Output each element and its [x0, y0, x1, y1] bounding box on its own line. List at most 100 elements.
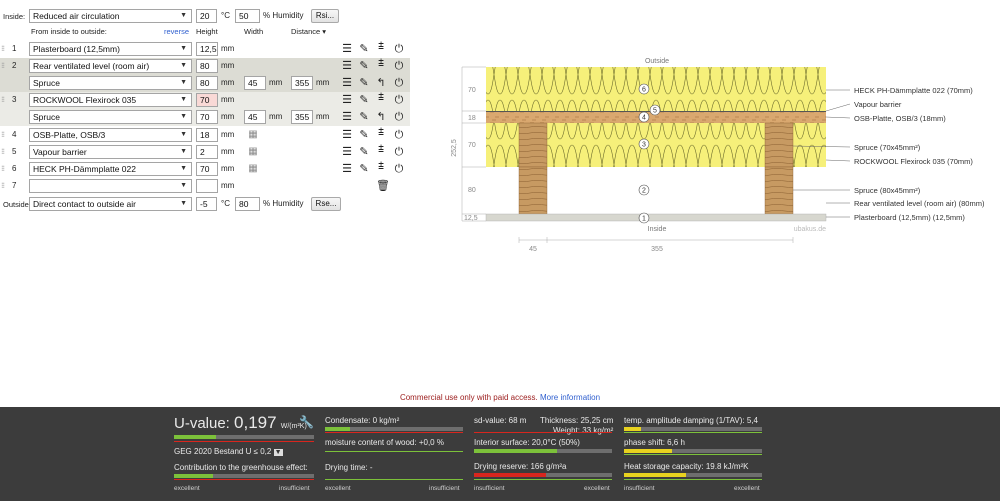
weight-label: Weight: 33 kg/m²	[553, 426, 614, 435]
layer-4-material-select[interactable]: OSB-Platte, OSB/3 ▼	[29, 128, 192, 142]
add-sublayer-icon[interactable]: ⩲	[375, 40, 387, 54]
power-icon[interactable]: ⏻	[393, 42, 405, 56]
layer-7-height-input[interactable]	[196, 179, 218, 193]
layer-5-material-select[interactable]: Vapour barrier ▼	[29, 145, 192, 159]
menu-icon[interactable]: ☰	[341, 162, 353, 176]
standard-label[interactable]: GEG 2020 Bestand U ≤ 0,2 ▼	[174, 447, 283, 458]
layer-6-material-select[interactable]: HECK PH-Dämmplatte 022 ▼	[29, 162, 192, 176]
pencil-icon[interactable]: ✎	[358, 76, 370, 90]
dim-label: 18	[468, 115, 476, 122]
trash-icon[interactable]: 🗑	[376, 179, 390, 193]
inside-temperature-input[interactable]: 20	[196, 9, 217, 23]
notice-text: Commercial use only with paid access.	[399, 393, 538, 402]
unit-label: mm	[269, 112, 283, 121]
temp-damping-bar	[624, 427, 762, 431]
greenhouse-bar-fill	[174, 474, 214, 478]
layer-2-height-input[interactable]: 80	[196, 59, 218, 73]
pencil-icon[interactable]: ✎	[358, 110, 370, 124]
layer-2-sub-width-input[interactable]: 45	[244, 76, 266, 90]
add-sublayer-icon[interactable]: ⩲	[375, 126, 387, 140]
unit-label: mm	[221, 61, 235, 70]
drag-handle-icon[interactable]: ⁝⁝	[1, 145, 5, 159]
add-sublayer-icon[interactable]: ⩲	[375, 143, 387, 157]
power-icon[interactable]: ⏻	[393, 162, 405, 176]
menu-icon[interactable]: ☰	[341, 145, 353, 159]
undo-arrow-icon[interactable]: ↰	[375, 110, 387, 124]
layer-1-height-input[interactable]: 12,5	[196, 42, 218, 56]
layer-3-sub-material-select[interactable]: Spruce ▼	[29, 110, 192, 124]
layer-3-material-select[interactable]: ROCKWOOL Flexirock 035 ▼	[29, 93, 192, 107]
power-icon[interactable]: ⏻	[393, 76, 405, 90]
menu-icon[interactable]: ☰	[341, 59, 353, 73]
hatch-pattern-icon[interactable]: ▦	[247, 145, 259, 159]
pencil-icon[interactable]: ✎	[358, 59, 370, 73]
layer-4-height-input[interactable]: 18	[196, 128, 218, 142]
layer-3-sub-distance-input[interactable]: 355	[291, 110, 313, 124]
layer-2-sub-height-input[interactable]: 80	[196, 76, 218, 90]
power-icon[interactable]: ⏻	[393, 128, 405, 142]
drag-handle-icon[interactable]: ⁝⁝	[1, 179, 5, 193]
layer-6-height-input[interactable]: 70	[196, 162, 218, 176]
outside-temperature-input[interactable]: -5	[196, 197, 217, 211]
layer-number: 2	[12, 61, 17, 70]
pencil-icon[interactable]: ✎	[358, 93, 370, 107]
inside-condition-select[interactable]: Reduced air circulation ▼	[29, 9, 192, 23]
rsi-button[interactable]: Rsi...	[311, 9, 339, 23]
wrench-icon[interactable]: 🔧	[299, 416, 314, 428]
layer-3-material-value: ROCKWOOL Flexirock 035	[33, 95, 137, 105]
inside-humidity-input[interactable]: 50	[235, 9, 260, 23]
drag-handle-icon[interactable]: ⁝⁝	[1, 93, 5, 107]
layer-2-sub-material-select[interactable]: Spruce ▼	[29, 76, 192, 90]
scale-excellent: excellent	[734, 485, 760, 492]
col-distance-header[interactable]: Distance ▾	[291, 27, 326, 37]
add-sublayer-icon[interactable]: ⩲	[375, 57, 387, 71]
unit-label: mm	[221, 181, 235, 190]
drag-handle-icon[interactable]: ⁝⁝	[1, 42, 5, 56]
rse-button[interactable]: Rse...	[311, 197, 341, 211]
layer-marker-1: 1	[638, 212, 650, 224]
drag-handle-icon[interactable]: ⁝⁝	[1, 162, 5, 176]
add-sublayer-icon[interactable]: ⩲	[375, 91, 387, 105]
reverse-link[interactable]: reverse	[164, 27, 189, 37]
dim-label: 80	[468, 187, 476, 194]
pencil-icon[interactable]: ✎	[358, 162, 370, 176]
pencil-icon[interactable]: ✎	[358, 128, 370, 142]
menu-icon[interactable]: ☰	[341, 76, 353, 90]
greenhouse-scale-line	[174, 479, 314, 480]
more-information-link[interactable]: More information	[540, 393, 600, 402]
power-icon[interactable]: ⏻	[393, 59, 405, 73]
pencil-icon[interactable]: ✎	[358, 145, 370, 159]
svg-text:1: 1	[642, 216, 646, 223]
phase-shift-bar-fill	[624, 449, 673, 453]
layer-3-sub-width-input[interactable]: 45	[244, 110, 266, 124]
outside-condition-select[interactable]: Direct contact to outside air ▼	[29, 197, 192, 211]
power-icon[interactable]: ⏻	[393, 145, 405, 159]
layer-2-sub-distance-input[interactable]: 355	[291, 76, 313, 90]
layer-3-height-input[interactable]: 70	[196, 93, 218, 107]
power-icon[interactable]: ⏻	[393, 110, 405, 124]
layer-5-height-input[interactable]: 2	[196, 145, 218, 159]
unit-label: mm	[316, 78, 330, 87]
hatch-pattern-icon[interactable]: ▦	[247, 162, 259, 176]
drag-handle-icon[interactable]: ⁝⁝	[1, 59, 5, 73]
add-sublayer-icon[interactable]: ⩲	[375, 160, 387, 174]
layer-1-material-select[interactable]: Plasterboard (12,5mm) ▼	[29, 42, 192, 56]
layer-2-material-select[interactable]: Rear ventilated level (room air) ▼	[29, 59, 192, 73]
menu-icon[interactable]: ☰	[341, 42, 353, 56]
menu-icon[interactable]: ☰	[341, 110, 353, 124]
pencil-icon[interactable]: ✎	[358, 42, 370, 56]
outside-temp-unit: °C	[221, 199, 230, 208]
menu-icon[interactable]: ☰	[341, 93, 353, 107]
hatch-pattern-icon[interactable]: ▦	[247, 128, 259, 142]
interior-surface-label: Interior surface: 20,0°C (50%)	[474, 438, 580, 447]
drag-handle-icon[interactable]: ⁝⁝	[1, 128, 5, 142]
outside-humidity-input[interactable]: 80	[235, 197, 260, 211]
power-icon[interactable]: ⏻	[393, 93, 405, 107]
sd-value-scale-line	[474, 432, 612, 433]
svg-text:3: 3	[642, 142, 646, 149]
undo-arrow-icon[interactable]: ↰	[375, 76, 387, 90]
menu-icon[interactable]: ☰	[341, 128, 353, 142]
temp-damping-bar-fill	[624, 427, 641, 431]
layer-7-material-select[interactable]: ▼	[29, 179, 192, 193]
layer-3-sub-height-input[interactable]: 70	[196, 110, 218, 124]
